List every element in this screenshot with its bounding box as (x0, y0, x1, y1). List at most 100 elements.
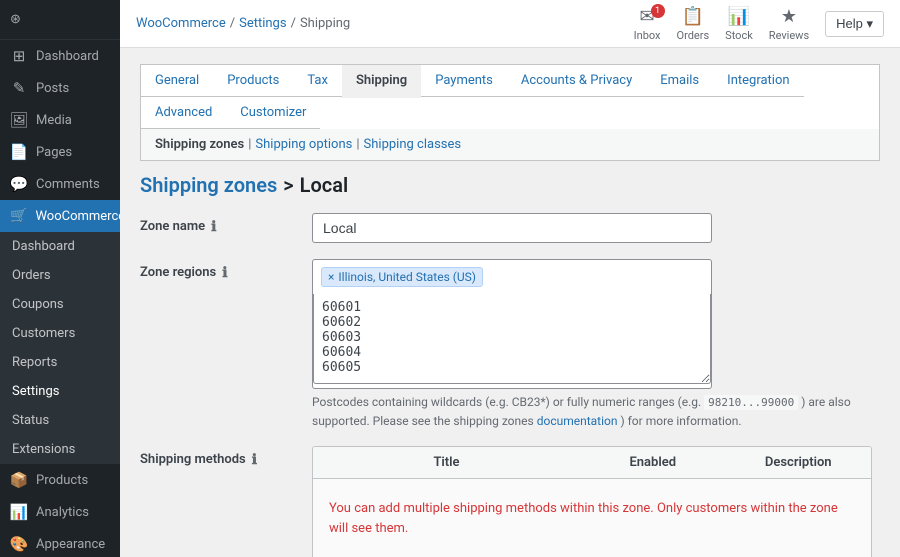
sidebar-item-pages[interactable]: 📄 Pages (0, 136, 120, 168)
appearance-icon: 🎨 (10, 535, 28, 553)
zone-name-label: Zone name ℹ (140, 213, 300, 235)
methods-thead: Title Enabled Description (313, 447, 871, 479)
appearance-label: Appearance (36, 537, 105, 552)
inbox-icon-button[interactable]: ✉ 1 Inbox (634, 6, 661, 42)
sidebar-item-dashboard[interactable]: ⊞ Dashboard (0, 40, 120, 72)
subnav-sep1: | (248, 137, 251, 152)
sidebar-item-settings[interactable]: Settings (0, 377, 120, 406)
woo-dashboard-label: Dashboard (12, 239, 75, 254)
stock-icon: 📊 (728, 6, 750, 27)
woocommerce-label: WooCommerce (35, 209, 120, 224)
sidebar-item-label: Dashboard (36, 49, 99, 64)
postcode-doc-link[interactable]: documentation (537, 414, 618, 428)
sidebar-item-products[interactable]: 📦 Products (0, 464, 120, 496)
dashboard-icon: ⊞ (10, 47, 28, 65)
inbox-label: Inbox (634, 29, 661, 42)
methods-th-title: Title (313, 447, 580, 478)
shipping-subnav: Shipping zones | Shipping options | Ship… (140, 129, 880, 161)
products-icon: 📦 (10, 471, 28, 489)
form-area: Shipping zones > Local Zone name ℹ Zone … (140, 161, 880, 557)
tab-shipping[interactable]: Shipping (342, 65, 421, 98)
tab-general[interactable]: General (141, 65, 213, 97)
methods-th-description: Description (726, 447, 872, 478)
tab-integration[interactable]: Integration (713, 65, 803, 97)
breadcrumb-sep1: / (230, 16, 235, 31)
woocommerce-menu-header[interactable]: 🛒 WooCommerce (0, 200, 120, 232)
orders-label: Orders (12, 268, 51, 283)
page-title-link[interactable]: Shipping zones (140, 173, 277, 197)
tab-advanced[interactable]: Advanced (141, 97, 226, 129)
region-tag-remove[interactable]: × (328, 270, 334, 284)
orders-icon-button[interactable]: 📋 Orders (677, 6, 710, 42)
main-content: WooCommerce / Settings / Shipping ✉ 1 In… (120, 0, 900, 557)
sidebar-item-posts[interactable]: ✎ Posts (0, 72, 120, 104)
tab-customizer[interactable]: Customizer (226, 97, 320, 129)
methods-th-enabled: Enabled (580, 447, 726, 478)
woocommerce-icon: 🛒 (10, 208, 27, 224)
sidebar-item-label: Media (36, 113, 72, 128)
sidebar-item-status[interactable]: Status (0, 406, 120, 435)
sidebar-item-comments[interactable]: 💬 Comments (0, 168, 120, 200)
tab-payments[interactable]: Payments (421, 65, 507, 97)
subnav-shipping-classes[interactable]: Shipping classes (364, 137, 462, 152)
sidebar-item-woo-dashboard[interactable]: Dashboard (0, 232, 120, 261)
region-select-wrap[interactable]: × Illinois, United States (US) (312, 259, 712, 389)
top-bar-right: ✉ 1 Inbox 📋 Orders 📊 Stock ★ Reviews Hel… (634, 6, 884, 42)
tab-tax[interactable]: Tax (293, 65, 342, 97)
sidebar-item-reports[interactable]: Reports (0, 348, 120, 377)
postcode-hint: Postcodes containing wildcards (e.g. CB2… (312, 393, 880, 430)
subnav-shipping-options[interactable]: Shipping options (255, 137, 352, 152)
zone-name-field (312, 213, 880, 243)
help-button[interactable]: Help ▾ (825, 11, 884, 37)
inbox-badge: 1 (651, 4, 665, 18)
sidebar-item-appearance[interactable]: 🎨 Appearance (0, 528, 120, 557)
breadcrumb-sep2: / (291, 16, 296, 31)
shipping-methods-info-icon[interactable]: ℹ (252, 452, 257, 468)
stock-icon-button[interactable]: 📊 Stock (725, 6, 753, 42)
methods-empty-text: You can add multiple shipping methods wi… (329, 499, 855, 541)
shipping-methods-label: Shipping methods ℹ (140, 446, 300, 468)
settings-tabs: General Products Tax Shipping Payments A… (140, 64, 880, 129)
sidebar-item-extensions[interactable]: Extensions (0, 435, 120, 464)
postcode-textarea[interactable] (313, 294, 711, 384)
sidebar-logo: ⊛ (0, 0, 120, 40)
sidebar-item-label: Pages (36, 145, 72, 160)
region-tags: × Illinois, United States (US) (313, 260, 711, 294)
breadcrumb-current: Shipping (300, 16, 350, 31)
zone-regions-label: Zone regions ℹ (140, 259, 300, 281)
tab-products[interactable]: Products (213, 65, 293, 97)
sidebar-item-media[interactable]: 🖼 Media (0, 104, 120, 136)
methods-table: Title Enabled Description You can add mu… (312, 446, 872, 557)
zone-regions-info-icon[interactable]: ℹ (222, 265, 227, 281)
page-title: Local (300, 173, 349, 197)
sidebar: ⊛ ⊞ Dashboard ✎ Posts 🖼 Media 📄 Pages 💬 … (0, 0, 120, 557)
breadcrumb-settings[interactable]: Settings (239, 16, 286, 31)
region-tag-label: Illinois, United States (US) (338, 270, 476, 284)
subnav-shipping-zones[interactable]: Shipping zones (155, 137, 244, 152)
products-label: Products (36, 473, 88, 488)
zone-name-info-icon[interactable]: ℹ (211, 219, 216, 235)
tab-accounts-privacy[interactable]: Accounts & Privacy (507, 65, 646, 97)
sidebar-item-label: Posts (36, 81, 69, 96)
zone-name-input[interactable] (312, 213, 712, 243)
reviews-icon: ★ (781, 6, 797, 27)
sidebar-item-orders[interactable]: Orders (0, 261, 120, 290)
sidebar-item-customers[interactable]: Customers (0, 319, 120, 348)
customers-label: Customers (12, 326, 75, 341)
region-tag-illinois: × Illinois, United States (US) (321, 267, 483, 287)
sidebar-item-analytics[interactable]: 📊 Analytics (0, 496, 120, 528)
media-icon: 🖼 (10, 111, 28, 129)
zone-name-row: Zone name ℹ (140, 213, 880, 243)
subnav-sep2: | (356, 137, 359, 152)
coupons-label: Coupons (12, 297, 64, 312)
zone-regions-row: Zone regions ℹ × Illinois, United States… (140, 259, 880, 430)
breadcrumb-woocommerce[interactable]: WooCommerce (136, 16, 226, 31)
sidebar-item-coupons[interactable]: Coupons (0, 290, 120, 319)
tab-emails[interactable]: Emails (646, 65, 713, 97)
reviews-icon-button[interactable]: ★ Reviews (769, 6, 809, 42)
woocommerce-submenu: Dashboard Orders Coupons Customers Repor… (0, 232, 120, 464)
top-bar: WooCommerce / Settings / Shipping ✉ 1 In… (120, 0, 900, 48)
page-title-row: Shipping zones > Local (140, 173, 880, 197)
analytics-label: Analytics (36, 505, 89, 520)
methods-empty: You can add multiple shipping methods wi… (313, 479, 871, 557)
